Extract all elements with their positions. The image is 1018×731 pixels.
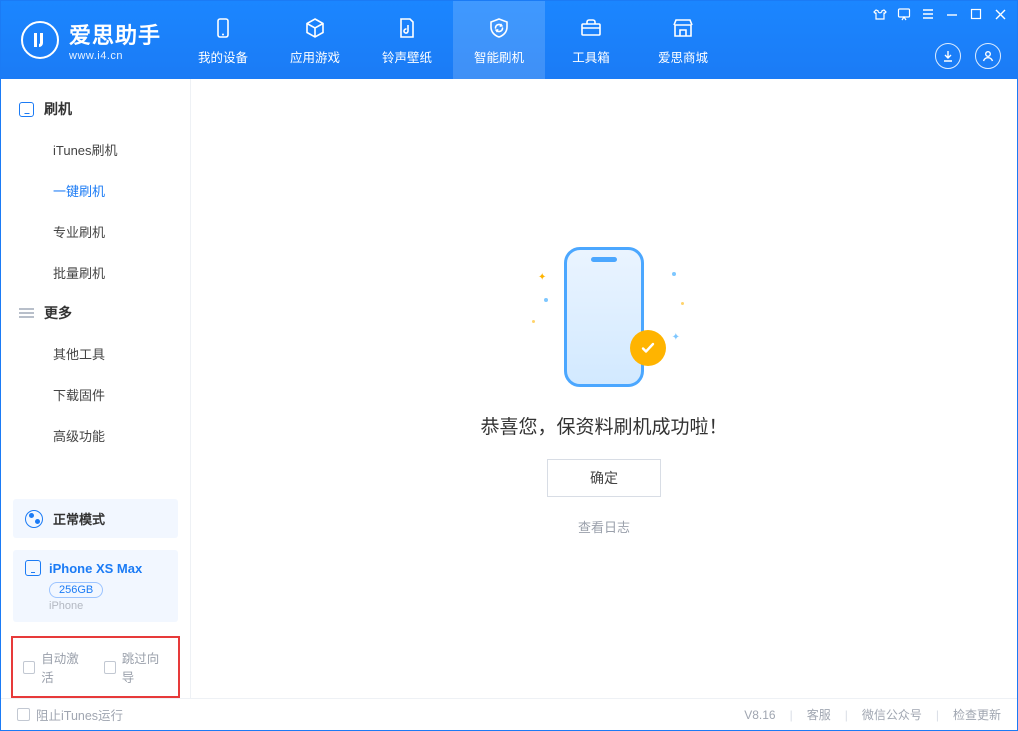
block-itunes-checkbox[interactable]: 阻止iTunes运行 bbox=[17, 705, 123, 724]
check-badge-icon bbox=[630, 330, 666, 366]
device-type: iPhone bbox=[49, 600, 166, 612]
sidebar-nav: 刷机iTunes刷机一键刷机专业刷机批量刷机更多其他工具下载固件高级功能 bbox=[1, 79, 190, 456]
app-window: 爱思助手 www.i4.cn 我的设备 应用游戏 铃声壁纸 智能刷机 工具箱 爱思商城 刷… bbox=[0, 0, 1018, 731]
device-name: iPhone XS Max bbox=[49, 561, 142, 576]
nav-section-header: 刷机 bbox=[1, 89, 190, 129]
tab-cube[interactable]: 应用游戏 bbox=[269, 1, 361, 79]
body: 刷机iTunes刷机一键刷机专业刷机批量刷机更多其他工具下载固件高级功能 正常模… bbox=[1, 79, 1017, 698]
phone-illustration-icon bbox=[564, 247, 644, 387]
success-message: 恭喜您，保资料刷机成功啦！ bbox=[480, 412, 727, 439]
close-icon[interactable] bbox=[993, 7, 1007, 21]
tab-device[interactable]: 我的设备 bbox=[177, 1, 269, 79]
nav-item[interactable]: 批量刷机 bbox=[1, 252, 190, 293]
refresh-shield-icon bbox=[486, 15, 512, 41]
header-right-buttons bbox=[935, 43, 1001, 69]
app-logo-icon bbox=[21, 21, 59, 59]
footer-link-support[interactable]: 客服 bbox=[807, 706, 831, 723]
nav-item[interactable]: 其他工具 bbox=[1, 333, 190, 374]
flash-options-highlight: 自动激活 跳过向导 bbox=[11, 636, 180, 698]
app-url: www.i4.cn bbox=[69, 50, 161, 62]
tab-store[interactable]: 爱思商城 bbox=[637, 1, 729, 79]
minimize-icon[interactable] bbox=[945, 7, 959, 21]
device-icon bbox=[210, 15, 236, 41]
tab-toolbox[interactable]: 工具箱 bbox=[545, 1, 637, 79]
version-label: V8.16 bbox=[744, 708, 775, 722]
tab-music-file[interactable]: 铃声壁纸 bbox=[361, 1, 453, 79]
nav-section-header: 更多 bbox=[1, 293, 190, 333]
mode-card[interactable]: 正常模式 bbox=[13, 499, 178, 538]
success-illustration: ✦✦ bbox=[524, 242, 684, 392]
user-button[interactable] bbox=[975, 43, 1001, 69]
menu-icon bbox=[19, 308, 34, 318]
window-controls bbox=[873, 7, 1007, 21]
nav-item[interactable]: 下载固件 bbox=[1, 374, 190, 415]
nav-item[interactable]: 高级功能 bbox=[1, 415, 190, 456]
tab-label: 我的设备 bbox=[198, 47, 248, 66]
tab-label: 爱思商城 bbox=[658, 47, 708, 66]
device-storage: 256GB bbox=[49, 582, 103, 598]
toolbox-icon bbox=[578, 15, 604, 41]
skip-guide-checkbox[interactable]: 跳过向导 bbox=[104, 648, 169, 686]
top-tabs: 我的设备 应用游戏 铃声壁纸 智能刷机 工具箱 爱思商城 bbox=[177, 1, 729, 79]
nav-item[interactable]: 一键刷机 bbox=[1, 170, 190, 211]
feedback-icon[interactable] bbox=[897, 7, 911, 21]
cube-icon bbox=[302, 15, 328, 41]
logo-text: 爱思助手 www.i4.cn bbox=[69, 18, 161, 62]
tab-label: 应用游戏 bbox=[290, 47, 340, 66]
header-bar: 爱思助手 www.i4.cn 我的设备 应用游戏 铃声壁纸 智能刷机 工具箱 爱思商城 bbox=[1, 1, 1017, 79]
phone-icon bbox=[25, 560, 41, 576]
tab-refresh-shield[interactable]: 智能刷机 bbox=[453, 1, 545, 79]
footer-link-update[interactable]: 检查更新 bbox=[953, 706, 1001, 723]
maximize-icon[interactable] bbox=[969, 7, 983, 21]
footer-bar: 阻止iTunes运行 V8.16 | 客服 | 微信公众号 | 检查更新 bbox=[1, 698, 1017, 730]
store-icon bbox=[670, 15, 696, 41]
logo-area: 爱思助手 www.i4.cn bbox=[1, 1, 177, 79]
menu-icon[interactable] bbox=[921, 7, 935, 21]
tab-label: 智能刷机 bbox=[474, 47, 524, 66]
mode-label: 正常模式 bbox=[53, 509, 105, 528]
ok-button[interactable]: 确定 bbox=[547, 459, 661, 497]
main-content: ✦✦ 恭喜您，保资料刷机成功啦！ 确定 查看日志 bbox=[191, 79, 1017, 698]
tab-label: 工具箱 bbox=[572, 47, 610, 66]
footer-link-wechat[interactable]: 微信公众号 bbox=[862, 706, 922, 723]
tshirt-icon[interactable] bbox=[873, 7, 887, 21]
download-button[interactable] bbox=[935, 43, 961, 69]
nav-item[interactable]: 专业刷机 bbox=[1, 211, 190, 252]
music-file-icon bbox=[394, 15, 420, 41]
mode-icon bbox=[25, 510, 43, 528]
tab-label: 铃声壁纸 bbox=[382, 47, 432, 66]
app-name: 爱思助手 bbox=[69, 18, 161, 50]
device-card[interactable]: iPhone XS Max 256GB iPhone bbox=[13, 550, 178, 622]
view-log-link[interactable]: 查看日志 bbox=[578, 517, 630, 536]
phone-icon bbox=[19, 102, 34, 117]
nav-item[interactable]: iTunes刷机 bbox=[1, 129, 190, 170]
auto-activate-checkbox[interactable]: 自动激活 bbox=[23, 648, 88, 686]
sidebar: 刷机iTunes刷机一键刷机专业刷机批量刷机更多其他工具下载固件高级功能 正常模… bbox=[1, 79, 191, 698]
